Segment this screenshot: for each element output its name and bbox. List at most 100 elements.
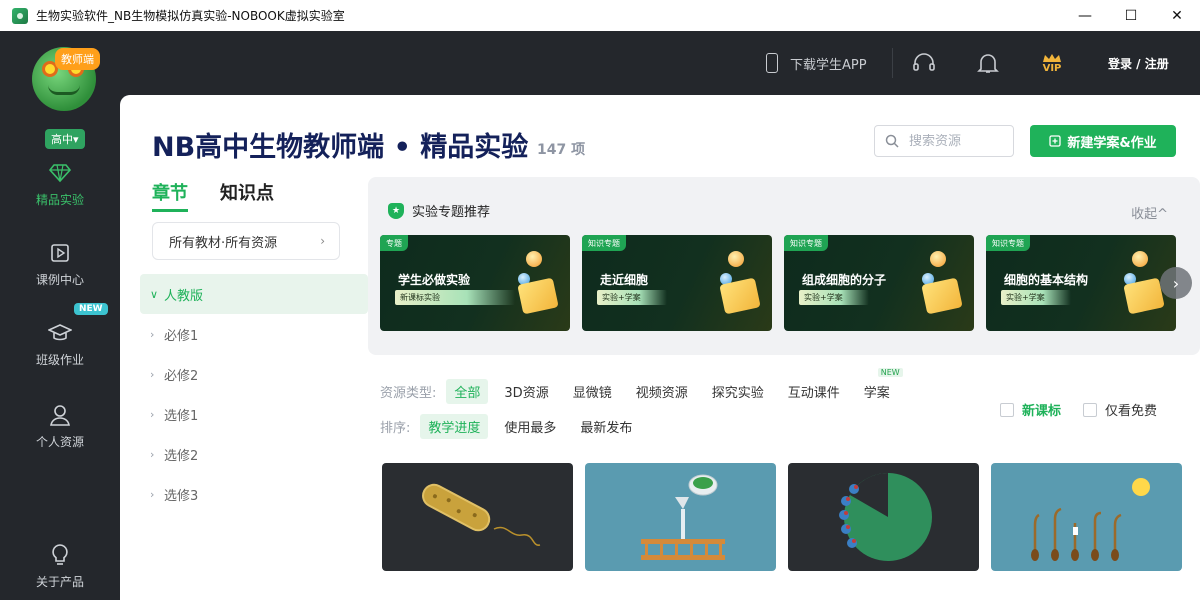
folder-icon [517,277,559,315]
grade-selector[interactable]: 高中▾ [45,129,85,149]
filter-video[interactable]: 视频资源 [628,379,696,404]
tree-item-required-2[interactable]: › 必修2 [140,354,368,394]
tab-chapters[interactable]: 章节 [152,179,188,212]
featured-card[interactable]: 知识专题 细胞的基本结构 实验+学案 [986,235,1176,331]
tree-item-pep[interactable]: ∨ 人教版 [140,274,368,314]
sidebar: 教师端 高中▾ 精品实验 课例中心 NEW 班级作业 个人资源 关于产品 [0,31,120,600]
sidebar-item-homework[interactable]: 班级作业 [0,321,120,368]
experiment-card-test-tubes[interactable] [585,463,776,571]
chevron-right-icon: › [320,234,325,248]
bacteria-thumbnail [422,483,541,546]
sidebar-item-personal[interactable]: 个人资源 [0,403,120,450]
folder-icon [719,277,761,315]
item-count: 147 项 [537,142,586,158]
diamond-icon [48,161,72,185]
chevron-right-icon: › [150,487,155,501]
featured-cards: 专题 学生必做实验 新课标实验 知识专题 走近细胞 实验+学案 知识专题 组成细… [380,235,1188,331]
free-only-checkbox[interactable]: 仅看免费 [1083,400,1157,419]
download-app-button[interactable]: 下载学生APP [766,31,867,95]
sidebar-item-label: 关于产品 [35,575,84,589]
resource-type-filter: 资源类型: 全部 3D资源 显微镜 视频资源 探究实验 互动课件 NEW 学案 [380,368,903,404]
tree-item-elective-3[interactable]: › 选修3 [140,474,368,514]
filter-all[interactable]: 全部 [446,379,489,404]
tree-item-required-1[interactable]: › 必修1 [140,314,368,354]
orb-icon [1132,251,1148,267]
login-register-link[interactable]: 登录 / 注册 [1108,31,1169,95]
filter-microscope[interactable]: 显微镜 [565,379,620,404]
material-filter[interactable]: 所有教材·所有资源 › [152,222,340,260]
tree-item-label: 选修3 [164,488,199,504]
tabs: 章节 知识点 [152,179,274,212]
orb-icon [728,251,744,267]
user-icon [48,403,72,427]
chevron-right-icon: › [150,407,155,421]
featured-card[interactable]: 知识专题 组成细胞的分子 实验+学案 [784,235,974,331]
filter-courseware[interactable]: 互动课件 [780,379,848,404]
search-field[interactable] [874,125,1014,157]
sidebar-item-label: 精品实验 [35,193,84,207]
sort-most-used[interactable]: 使用最多 [496,414,564,439]
checkbox-label: 仅看免费 [1105,404,1158,419]
tree-item-label: 必修2 [164,368,199,384]
graduation-cap-icon [48,321,72,345]
download-app-label: 下载学生APP [790,57,867,73]
new-curriculum-checkbox[interactable]: 新课标 [1000,400,1061,419]
tree-item-label: 选修2 [164,448,199,464]
filter-plan[interactable]: 学案 [856,383,898,404]
resource-type-label: 资源类型: [380,386,437,401]
experiment-grid [382,463,1182,571]
new-doc-icon [1049,135,1061,147]
chevron-down-icon: ∨ [150,287,159,301]
sidebar-item-lessons[interactable]: 课例中心 [0,241,120,288]
filter-checkboxes: 新课标 仅看免费 [1000,400,1157,419]
card-title: 组成细胞的分子 [802,273,887,287]
filter-inquiry[interactable]: 探究实验 [704,379,772,404]
minimize-button[interactable]: — [1062,0,1108,31]
featured-topics-panel: ★ 实验专题推荐 收起^ 专题 学生必做实验 新课标实验 知识专题 走近细胞 实… [368,177,1200,355]
maximize-button[interactable]: ☐ [1108,0,1154,31]
sort-latest[interactable]: 最新发布 [572,414,640,439]
cell-cycle-thumbnail [839,473,932,561]
experiment-card-cell-cycle[interactable] [788,463,979,571]
experiment-card-bacteria[interactable] [382,463,573,571]
experiment-card-seedlings[interactable] [991,463,1182,571]
material-filter-label: 所有教材·所有资源 [169,235,278,251]
search-input[interactable] [909,133,1009,149]
featured-header: ★ 实验专题推荐 [388,201,490,220]
tab-knowledge-points[interactable]: 知识点 [220,179,274,212]
card-subtitle: 实验+学案 [799,290,869,305]
orb-icon [930,251,946,267]
seedlings-thumbnail [1031,478,1150,561]
divider [892,48,893,78]
featured-card[interactable]: 专题 学生必做实验 新课标实验 [380,235,570,331]
close-button[interactable]: ✕ [1154,0,1200,31]
featured-card[interactable]: 知识专题 走近细胞 实验+学案 [582,235,772,331]
chevron-right-icon: › [150,367,155,381]
tree-item-label: 必修1 [164,328,199,344]
folder-icon [1123,277,1165,315]
next-arrow-button[interactable]: › [1160,267,1192,299]
new-badge: NEW [877,368,903,377]
filter-3d[interactable]: 3D资源 [496,379,556,404]
sidebar-item-label: 班级作业 [35,353,84,367]
card-tag: 专题 [380,235,408,251]
folder-icon [921,277,963,315]
tree-item-elective-1[interactable]: › 选修1 [140,394,368,434]
tree-item-elective-2[interactable]: › 选修2 [140,434,368,474]
sidebar-item-label: 个人资源 [35,435,84,449]
chevron-right-icon: › [150,327,155,341]
bell-icon[interactable] [977,31,999,95]
play-square-icon [48,241,72,265]
sidebar-item-about[interactable]: 关于产品 [0,543,120,590]
chapter-tree: ∨ 人教版 › 必修1 › 必修2 › 选修1 › 选修2 › 选修3 [140,274,368,514]
create-plan-button[interactable]: 新建学案&作业 [1030,125,1176,157]
vip-icon[interactable]: VIP [1042,31,1062,95]
headset-icon[interactable] [912,31,936,95]
card-title: 细胞的基本结构 [1004,273,1089,287]
sort-progress[interactable]: 教学进度 [420,414,489,439]
app-icon [12,7,28,24]
card-subtitle: 实验+学案 [597,290,667,305]
page-title: NB高中生物教师端 • 精品实验 [152,132,529,163]
collapse-button[interactable]: 收起^ [1131,203,1168,222]
sidebar-item-experiments[interactable]: 精品实验 [0,161,120,208]
